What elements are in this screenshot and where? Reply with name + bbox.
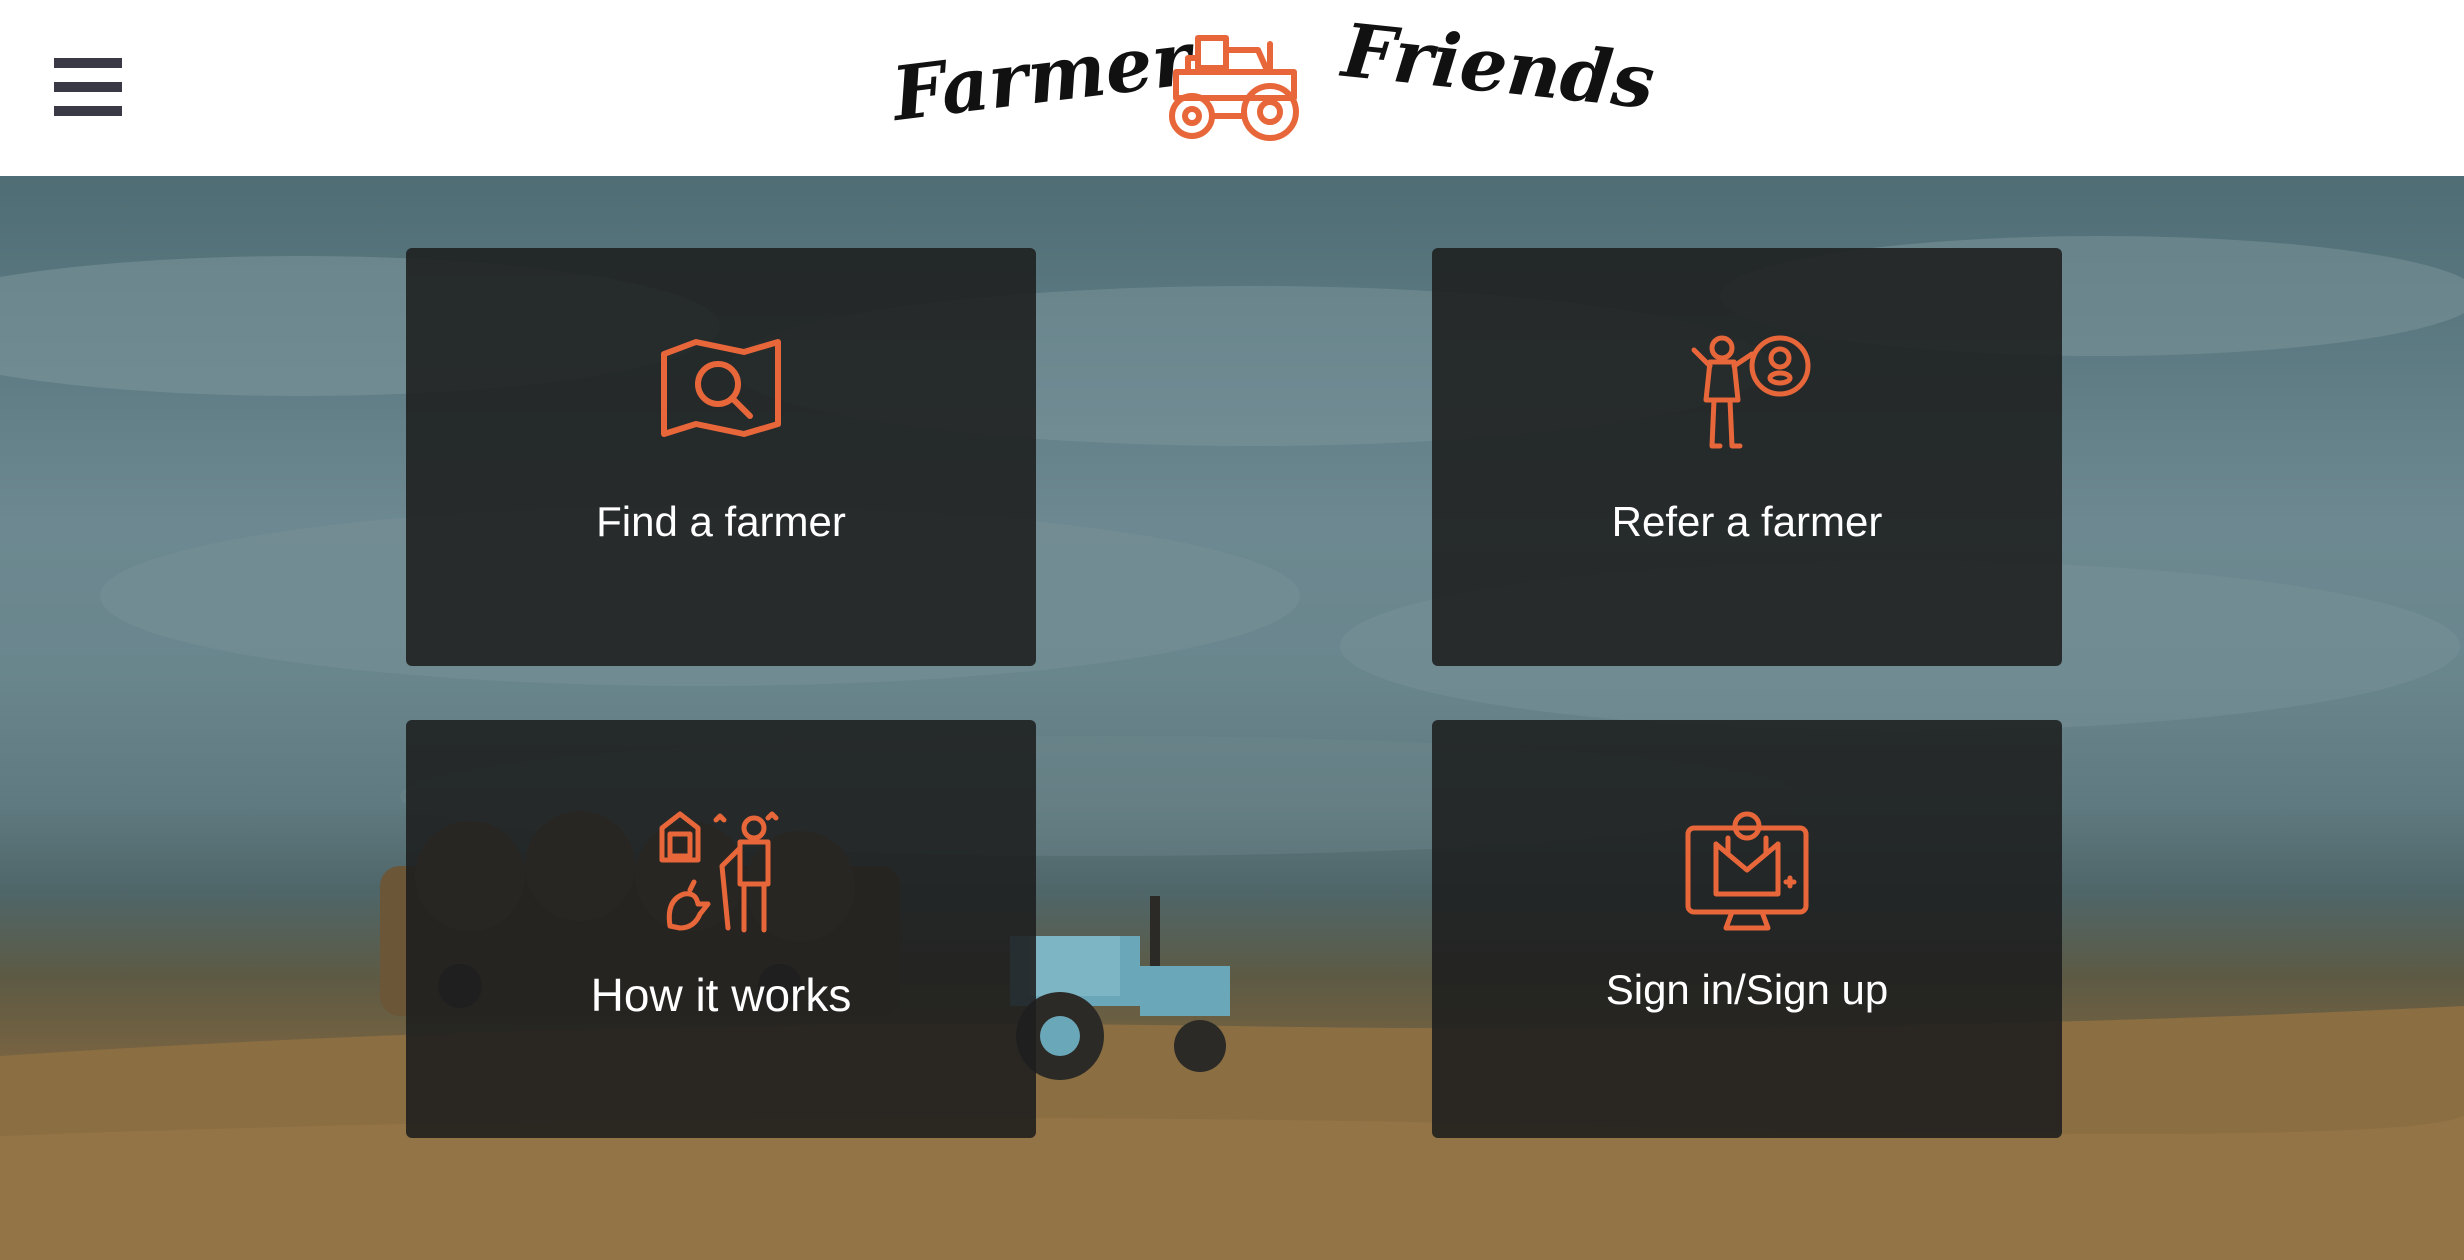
card-label: Sign in/Sign up bbox=[1605, 966, 1889, 1013]
card-label: Refer a farmer bbox=[1611, 498, 1883, 545]
refer-a-farmer-card[interactable]: Refer a farmer bbox=[1432, 248, 2062, 666]
how-it-works-card[interactable]: How it works bbox=[406, 720, 1036, 1138]
brand-logo[interactable]: Farmer Friends bbox=[0, 0, 2464, 176]
farmer-referral-icon bbox=[1691, 335, 1811, 449]
sign-in-sign-up-card[interactable]: Sign in/Sign up bbox=[1432, 720, 2062, 1138]
find-a-farmer-card[interactable]: Find a farmer bbox=[406, 248, 1036, 666]
site-header: Farmer Friends bbox=[0, 0, 2464, 176]
map-search-icon bbox=[661, 339, 781, 437]
card-label: Find a farmer bbox=[596, 498, 846, 545]
hero-section: Find a farmer Refer a farmer How it work… bbox=[0, 176, 2464, 1260]
farm-field-background bbox=[0, 236, 2464, 1260]
farm-life-icon bbox=[659, 811, 779, 933]
brand-name-right: Friends bbox=[1338, 7, 1659, 127]
user-laptop-icon bbox=[1685, 811, 1809, 931]
tractor-icon bbox=[1169, 35, 1299, 141]
brand-name-left: Farmer bbox=[887, 16, 1196, 138]
card-label: How it works bbox=[590, 969, 852, 1021]
